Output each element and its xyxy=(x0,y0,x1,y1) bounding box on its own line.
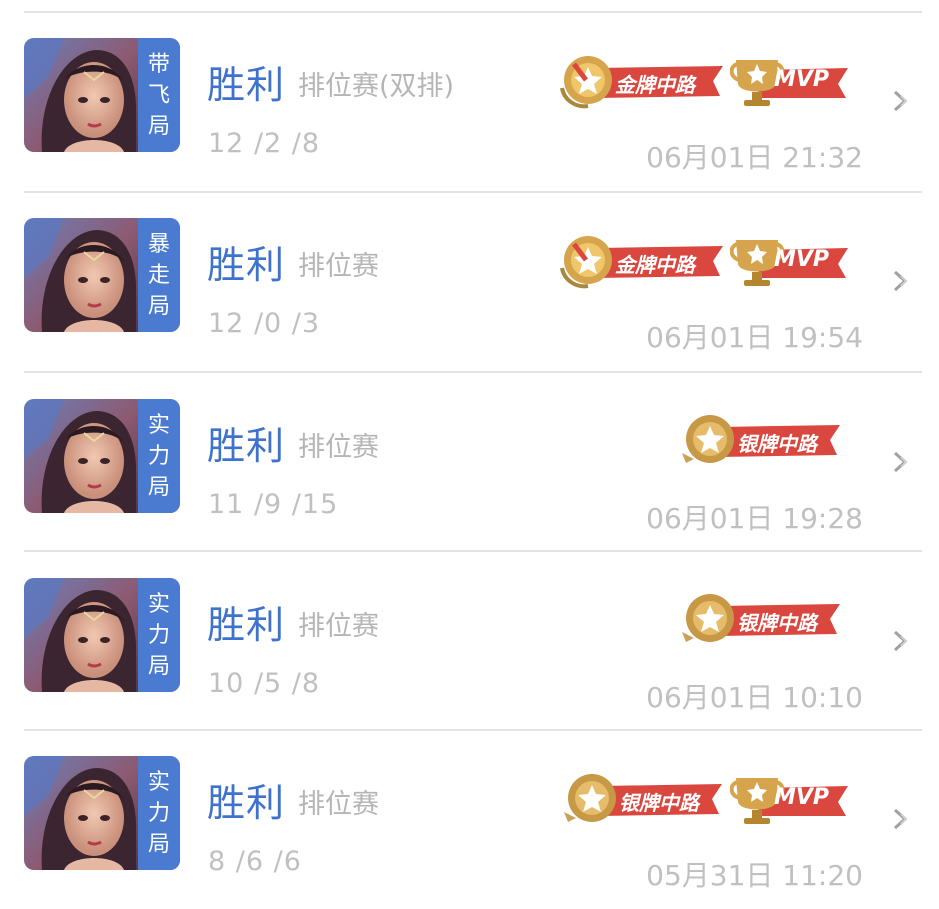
match-row[interactable]: 带 飞 局 胜利 排位赛(双排) 12 /2 /8 金牌中路 MVP 06月01… xyxy=(0,14,939,194)
game-tag: 带 飞 局 xyxy=(138,38,180,152)
mvp-label: MVP xyxy=(774,67,830,92)
medal-label: 金牌中路 xyxy=(615,73,695,97)
tag-char: 暴 xyxy=(147,231,170,257)
tag-char: 力 xyxy=(147,443,170,469)
match-time: 06月01日 21:32 xyxy=(646,141,863,174)
match-row[interactable]: 实 力 局 胜利 排位赛 11 /9 /15 银牌中路 06月01日 19:28 xyxy=(0,375,939,555)
tag-char: 局 xyxy=(147,831,170,857)
silver-midlane-badge: 银牌中路 xyxy=(680,413,845,469)
match-row[interactable]: 暴 走 局 胜利 排位赛 12 /0 /3 金牌中路 MVP 06月01日 19… xyxy=(0,194,939,374)
gold-midlane-badge: 金牌中路 xyxy=(558,234,723,290)
hero-avatar: 实 力 局 xyxy=(24,578,180,692)
match-mode: 排位赛 xyxy=(298,251,379,282)
mvp-label: MVP xyxy=(774,247,830,272)
tag-char: 实 xyxy=(147,591,170,617)
match-result: 胜利 xyxy=(207,603,286,647)
match-history-list: 带 飞 局 胜利 排位赛(双排) 12 /2 /8 金牌中路 MVP 06月01… xyxy=(0,0,939,909)
tag-char: 局 xyxy=(147,653,170,679)
silver-midlane-badge: 银牌中路 xyxy=(680,592,845,648)
kda: 12 /2 /8 xyxy=(208,128,321,159)
tag-char: 局 xyxy=(147,293,170,319)
medal-label: 金牌中路 xyxy=(615,253,695,277)
tag-char: 局 xyxy=(147,113,170,139)
chevron-right-icon xyxy=(893,808,908,830)
tag-char: 力 xyxy=(147,622,170,648)
mvp-badge: MVP xyxy=(730,234,848,290)
medal-label: 银牌中路 xyxy=(737,611,817,635)
tag-char: 飞 xyxy=(147,82,170,108)
match-time: 06月01日 10:10 xyxy=(646,681,863,714)
tag-char: 局 xyxy=(147,474,170,500)
match-result: 胜利 xyxy=(207,243,286,287)
chevron-right-icon xyxy=(893,451,908,473)
divider xyxy=(24,729,922,731)
kda: 11 /9 /15 xyxy=(208,489,339,520)
hero-avatar: 暴 走 局 xyxy=(24,218,180,332)
medal-label: 银牌中路 xyxy=(619,791,699,815)
match-result: 胜利 xyxy=(207,781,286,825)
match-row[interactable]: 实 力 局 胜利 排位赛 8 /6 /6 银牌中路 MVP 05月31日 11:… xyxy=(0,732,939,909)
match-time: 06月01日 19:54 xyxy=(646,321,863,354)
tag-char: 带 xyxy=(147,51,170,77)
chevron-right-icon xyxy=(893,90,908,112)
chevron-right-icon xyxy=(893,630,908,652)
divider xyxy=(24,550,922,552)
match-mode: 排位赛 xyxy=(298,432,379,463)
kda: 10 /5 /8 xyxy=(208,668,321,699)
hero-avatar: 实 力 局 xyxy=(24,399,180,513)
match-row[interactable]: 实 力 局 胜利 排位赛 10 /5 /8 银牌中路 06月01日 10:10 xyxy=(0,554,939,734)
match-mode: 排位赛 xyxy=(298,789,379,820)
match-time: 05月31日 11:20 xyxy=(646,859,863,892)
mvp-badge: MVP xyxy=(730,54,848,110)
game-tag: 实 力 局 xyxy=(138,756,180,870)
gold-midlane-badge: 金牌中路 xyxy=(558,54,723,110)
match-result: 胜利 xyxy=(207,63,286,107)
hero-avatar: 带 飞 局 xyxy=(24,38,180,152)
divider xyxy=(24,191,922,193)
match-time: 06月01日 19:28 xyxy=(646,502,863,535)
game-tag: 暴 走 局 xyxy=(138,218,180,332)
mvp-badge: MVP xyxy=(730,772,848,828)
medal-label: 银牌中路 xyxy=(737,432,817,456)
tag-char: 力 xyxy=(147,800,170,826)
divider xyxy=(24,371,922,373)
tag-char: 走 xyxy=(147,262,170,288)
game-tag: 实 力 局 xyxy=(138,399,180,513)
match-mode: 排位赛 xyxy=(298,611,379,642)
game-tag: 实 力 局 xyxy=(138,578,180,692)
tag-char: 实 xyxy=(147,769,170,795)
match-result: 胜利 xyxy=(207,424,286,468)
mvp-label: MVP xyxy=(774,785,830,810)
match-mode: 排位赛(双排) xyxy=(298,71,455,102)
hero-avatar: 实 力 局 xyxy=(24,756,180,870)
kda: 8 /6 /6 xyxy=(208,846,302,877)
tag-char: 实 xyxy=(147,412,170,438)
silver-midlane-badge: 银牌中路 xyxy=(562,772,727,828)
kda: 12 /0 /3 xyxy=(208,308,321,339)
divider xyxy=(24,11,922,13)
chevron-right-icon xyxy=(893,270,908,292)
